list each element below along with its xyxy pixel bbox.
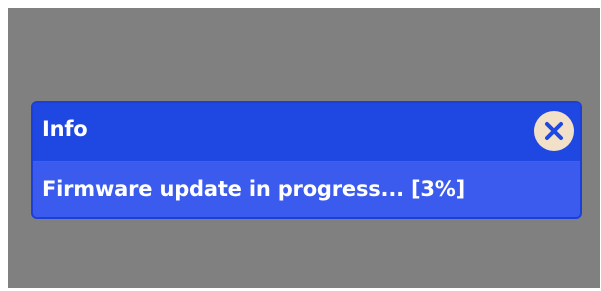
close-button[interactable] <box>534 111 574 151</box>
screen-edge <box>0 0 8 291</box>
close-icon <box>545 122 563 140</box>
dialog-title: Info <box>42 117 88 141</box>
dialog-body: Firmware update in progress... [3%] <box>33 162 580 217</box>
dialog-header: Info <box>33 103 580 162</box>
info-dialog: Info Firmware update in progress... [3%] <box>31 101 582 219</box>
dialog-message: Firmware update in progress... [3%] <box>42 177 466 201</box>
